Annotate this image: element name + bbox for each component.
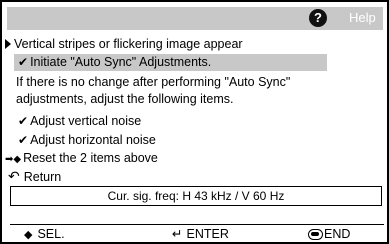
problem-heading: Vertical stripes or flickering image app…: [14, 37, 243, 51]
help-label: Help: [349, 10, 376, 25]
menu-item-auto-sync[interactable]: ✔ Initiate "Auto Sync" Adjustments.: [18, 54, 211, 70]
up-down-arrow-icon: ◆: [24, 229, 33, 241]
menu-item-return[interactable]: ↶ Return: [8, 168, 61, 185]
end-label: END: [324, 227, 351, 241]
return-icon: ↶: [8, 168, 20, 184]
auto-sync-label: Initiate "Auto Sync" Adjustments.: [30, 55, 212, 69]
vertical-noise-label: Adjust vertical noise: [30, 114, 142, 128]
check-icon: ✔: [18, 114, 29, 128]
sel-hint: ◆ SEL.: [24, 227, 65, 242]
reset-label: Reset the 2 items above: [23, 151, 158, 165]
enter-label: ENTER: [186, 227, 229, 241]
help-menu-screen: ? Help Vertical stripes or flickering im…: [0, 0, 389, 244]
sel-label: SEL.: [37, 227, 65, 241]
menu-item-reset[interactable]: ➡◆ Reset the 2 items above: [5, 150, 158, 168]
help-header-bar: ? Help: [7, 7, 383, 30]
enter-arrow-icon: ↵: [172, 227, 183, 241]
menu-item-horizontal-noise[interactable]: ✔ Adjust horizontal noise: [18, 132, 156, 148]
menu-item-vertical-noise[interactable]: ✔ Adjust vertical noise: [18, 113, 141, 129]
control-guide-bar: ◆ SEL. ↵ ENTER END: [10, 224, 384, 242]
end-hint: END: [308, 227, 350, 241]
note-line-2: adjustments, adjust the following items.: [16, 92, 234, 106]
enter-hint: ↵ ENTER: [172, 227, 229, 241]
check-icon: ✔: [18, 55, 29, 69]
note-line-1: If there is no change after performing "…: [16, 75, 291, 89]
help-icon: ?: [309, 9, 327, 27]
horizontal-noise-label: Adjust horizontal noise: [30, 133, 156, 147]
return-label: Return: [23, 170, 62, 184]
reset-arrow-icon: ➡◆: [5, 154, 22, 165]
check-icon: ✔: [18, 133, 29, 147]
section-arrow-icon: [5, 39, 11, 49]
signal-frequency-status: Cur. sig. freq: H 43 kHz / V 60 Hz: [10, 186, 382, 206]
end-button-icon: [308, 229, 323, 240]
